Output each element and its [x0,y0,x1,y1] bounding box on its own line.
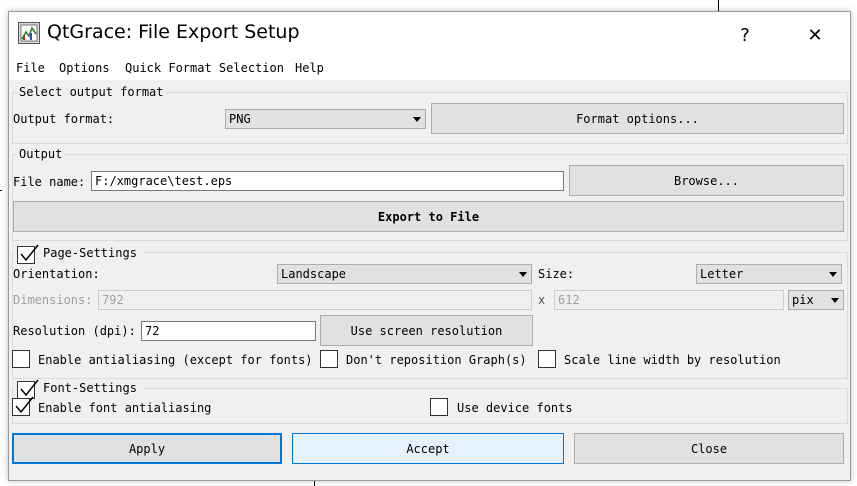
help-icon: ? [740,24,750,46]
menu-help[interactable]: Help [295,61,324,75]
font-antialias-checkbox[interactable] [12,396,34,416]
page-settings-title: Page-Settings [43,246,137,260]
file-name-input[interactable]: F:/xmgrace\test.eps [91,171,564,191]
use-screen-resolution-button[interactable]: Use screen resolution [320,315,533,346]
reposition-checkbox[interactable] [320,350,338,368]
orientation-label: Orientation: [13,267,100,281]
chevron-down-icon [831,298,839,303]
browse-label: Browse... [673,173,740,188]
title-bar: QtGrace: File Export Setup ? ✕ [9,12,850,58]
chevron-down-icon [829,272,837,277]
dimensions-label: Dimensions: [13,293,93,307]
width-input: 792 [98,290,532,310]
antialias-label: Enable antialiasing (except for fonts) [38,353,313,367]
menu-file[interactable]: File [16,61,45,75]
chevron-down-icon [413,117,421,122]
close-button[interactable]: Close [574,433,844,464]
window-title: QtGrace: File Export Setup [47,21,300,43]
menu-bar: File Options Quick Format Selection Help [9,58,850,80]
scale-line-checkbox[interactable] [538,350,556,368]
format-options-button[interactable]: Format options... [431,103,844,134]
resolution-label: Resolution (dpi): [13,324,136,338]
device-fonts-label: Use device fonts [457,401,573,415]
qtgrace-app-icon [18,22,40,44]
accept-label: Accept [406,441,450,456]
output-format-select[interactable]: PNG [225,109,426,129]
chevron-down-icon [519,272,527,277]
browse-button[interactable]: Browse... [569,165,844,196]
resolution-input[interactable]: 72 [141,321,316,341]
menu-quick-format-selection[interactable]: Quick Format Selection [125,61,284,75]
page-settings-header: Page-Settings [15,244,144,264]
reposition-label: Don't reposition Graph(s) [346,353,527,367]
checkmark-icon [20,244,39,262]
export-to-file-button[interactable]: Export to File [13,201,844,232]
unit-value: pix [792,293,814,307]
close-window-button[interactable]: ✕ [792,12,838,58]
page-settings-checkbox[interactable] [17,244,39,264]
apply-button[interactable]: Apply [12,433,282,464]
file-name-label: File name: [13,175,86,189]
close-label: Close [690,441,728,456]
close-icon: ✕ [807,24,823,46]
background-line [718,0,719,11]
height-input: 612 [554,290,784,310]
background-line [0,190,2,191]
format-options-label: Format options... [576,111,699,126]
size-value: Letter [700,267,744,281]
apply-label: Apply [128,441,166,456]
font-settings-title: Font-Settings [43,381,137,395]
use-screen-resolution-label: Use screen resolution [350,323,503,338]
unit-select[interactable]: pix [788,290,844,310]
x-separator-label: x [538,293,546,307]
help-button[interactable]: ? [722,12,768,58]
output-format-label: Output format: [13,112,115,126]
device-fonts-checkbox[interactable] [430,398,448,416]
export-to-file-label: Export to File [377,209,480,224]
size-select[interactable]: Letter [696,264,842,284]
menu-options[interactable]: Options [59,61,110,75]
export-setup-dialog: QtGrace: File Export Setup ? ✕ File Opti… [8,11,851,481]
font-antialias-label: Enable font antialiasing [38,401,212,415]
size-label: Size: [538,267,575,281]
checkmark-icon [15,396,34,414]
scale-line-label: Scale line width by resolution [564,353,781,367]
antialias-checkbox[interactable] [12,350,30,368]
output-group-title: Output [17,147,65,161]
format-group-title: Select output format [17,85,166,99]
output-format-value: PNG [229,112,251,126]
orientation-value: Landscape [281,267,347,281]
accept-button[interactable]: Accept [292,433,564,464]
orientation-select[interactable]: Landscape [277,264,532,284]
